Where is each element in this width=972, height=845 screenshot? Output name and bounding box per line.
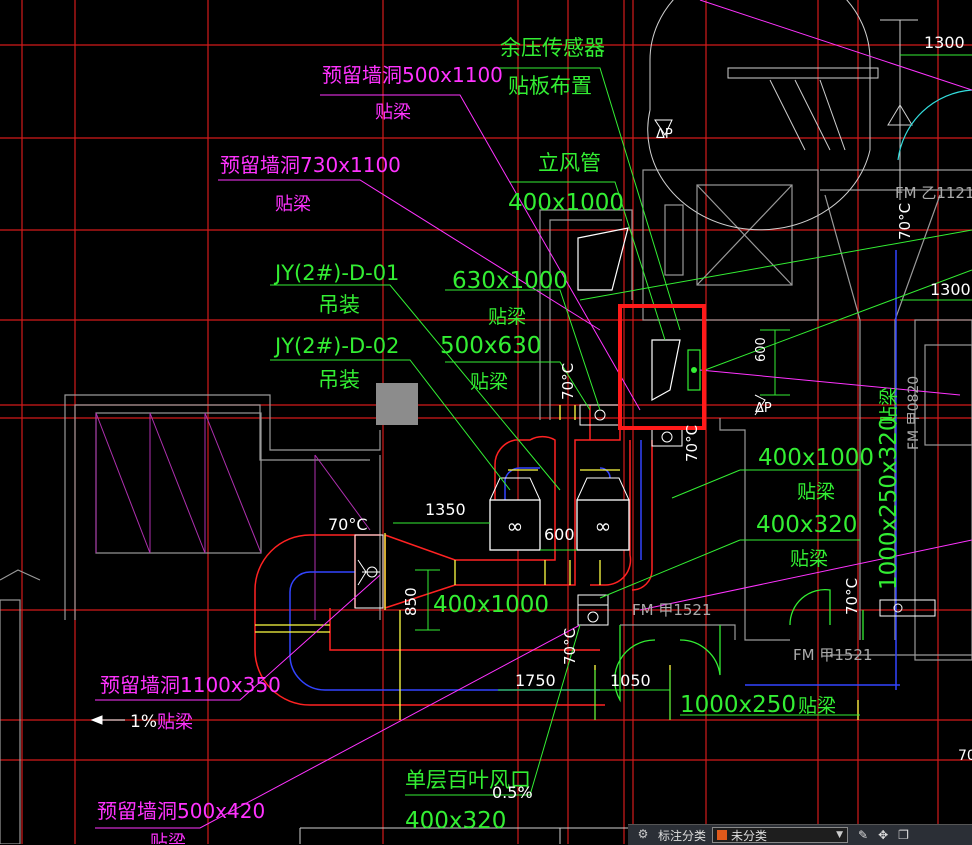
label-riser-title: 立风管	[538, 151, 601, 175]
label-temp-70-g: 70°C	[958, 748, 972, 764]
label-hang-b: 吊装	[318, 368, 360, 392]
move-icon[interactable]: ✥	[878, 828, 888, 842]
riser-shaft	[577, 227, 701, 402]
label-hole-500x420: 预留墙洞500x420	[97, 799, 265, 823]
label-duct-400x1000-l: 400x1000	[433, 592, 549, 618]
label-hole-730x1100: 预留墙洞730x1100	[220, 153, 401, 177]
label-duct-1000x250: 1000x250	[680, 692, 796, 718]
label-duct-400x320-r: 400x320	[756, 512, 857, 538]
chevron-down-icon: ▼	[836, 830, 844, 840]
label-temp-70-b: 70°C	[559, 363, 577, 400]
dim-600-v: 600	[754, 337, 769, 362]
label-slope-05pct: 0.5%	[492, 783, 533, 802]
label-beam-d: 贴梁	[470, 371, 508, 393]
label-slope-1pct: 1%	[130, 712, 157, 732]
copy-icon[interactable]: ❐	[898, 828, 909, 842]
label-slab-mount: 贴板布置	[508, 74, 592, 98]
label-beam-c: 贴梁	[488, 306, 526, 328]
dim-1300-right: 1300	[930, 280, 971, 299]
label-vertical-duct: 1000x250x320	[876, 416, 902, 590]
cad-drawing-canvas[interactable]: ∞ ∞ 预留墙洞500x1100 贴梁 预留墙洞730x1100 贴梁 余压传感…	[0, 0, 972, 844]
dim-600-h: 600	[544, 525, 575, 544]
label-hole-500x1100: 预留墙洞500x1100	[322, 63, 503, 87]
svg-text:∞: ∞	[595, 514, 612, 538]
dim-1750: 1750	[515, 671, 556, 690]
equipment-block	[376, 383, 418, 425]
edit-icon[interactable]: ✎	[858, 828, 868, 842]
dim-1050: 1050	[610, 671, 651, 690]
svg-text:∞: ∞	[507, 514, 524, 538]
label-fm-jia0820: FM 甲0820	[906, 376, 922, 450]
annotation-statusbar: ⚙ 标注分类 未分类 ▼ ✎ ✥ ❐	[628, 824, 972, 845]
label-beam-e: 贴梁	[797, 481, 835, 503]
leaders-magenta	[95, 0, 972, 829]
label-beam-b: 贴梁	[275, 194, 311, 215]
label-beam-a: 贴梁	[375, 102, 411, 123]
label-hang-a: 吊装	[318, 293, 360, 317]
label-jy01: JY(2#)-D-01	[273, 261, 399, 285]
label-temp-70-a: 70°C	[328, 515, 368, 534]
label-duct-500x630: 500x630	[440, 333, 541, 359]
label-dp-a: ΔP	[656, 127, 673, 142]
label-duct-400x1000-r: 400x1000	[758, 445, 874, 471]
annotation-category-select[interactable]: 未分类 ▼	[712, 827, 849, 843]
fan-unit-01[interactable]: ∞	[489, 477, 541, 551]
label-beam-g: 贴梁	[157, 712, 193, 733]
category-color-swatch	[717, 830, 728, 840]
label-beam-i: 贴梁	[150, 832, 186, 844]
layers-icon[interactable]: ⚙	[634, 827, 652, 843]
label-temp-70-c: 70°C	[683, 425, 701, 462]
dim-1350: 1350	[425, 500, 466, 519]
label-beam-f: 贴梁	[790, 548, 828, 570]
label-duct-630x1000: 630x1000	[452, 268, 568, 294]
label-temp-70-d: 70°C	[843, 578, 861, 615]
dampers	[354, 119, 936, 626]
label-vertical-beam: 贴梁	[878, 387, 900, 425]
label-dp-b: ΔP	[755, 401, 772, 416]
label-fm-jia1521-a: FM 甲1521	[632, 601, 712, 619]
label-beam-h: 贴梁	[798, 695, 836, 717]
label-hole-1100x350: 预留墙洞1100x350	[100, 673, 281, 697]
dim-850: 850	[402, 587, 420, 616]
label-temp-70-f: 70°C	[896, 203, 914, 240]
label-riser-size: 400x1000	[508, 190, 624, 216]
label-pressure-sensor: 余压传感器	[500, 36, 605, 60]
annotation-category-label: 标注分类	[658, 828, 707, 843]
label-temp-70-e: 70°C	[561, 628, 579, 665]
label-louver-size: 400x320	[405, 808, 506, 834]
slope-arrow-icon	[90, 715, 125, 725]
label-fm-jia1521-b: FM 甲1521	[793, 646, 873, 664]
fan-unit-02[interactable]: ∞	[576, 477, 630, 551]
category-value: 未分类	[731, 828, 768, 843]
label-fm-yi1121: FM 乙1121	[895, 184, 972, 202]
dim-1300-top: 1300	[924, 33, 965, 52]
label-jy02: JY(2#)-D-02	[273, 334, 399, 358]
